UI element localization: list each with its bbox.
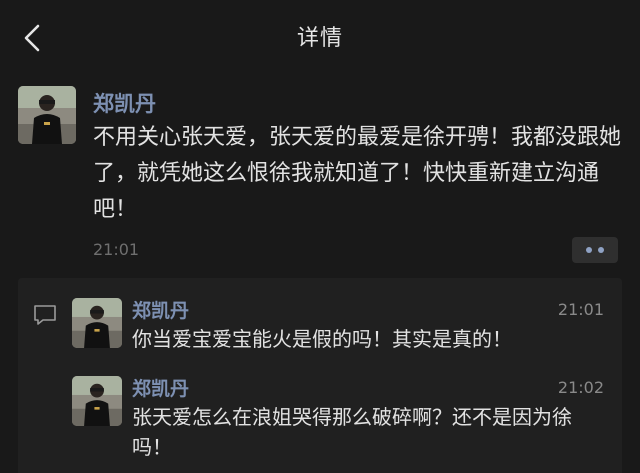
comment-author-name[interactable]: 郑凯丹 bbox=[132, 374, 189, 401]
avatar-image bbox=[18, 86, 76, 144]
post-content: 不用关心张天爱，张天爱的最爱是徐开骋！我都没跟她了，就凭她这么恨徐我就知道了！快… bbox=[93, 125, 622, 222]
top-bar: 详情 bbox=[0, 0, 640, 74]
moment-detail-page: 详情 郑凯丹 不用关心张天爱，张天爱的最爱是徐开骋！我都没跟她了，就凭她这么恨徐… bbox=[0, 0, 640, 473]
avatar-image bbox=[72, 298, 122, 348]
post-time: 21:01 bbox=[93, 240, 140, 259]
comment-bubble-icon bbox=[32, 303, 58, 327]
page-title: 详情 bbox=[296, 26, 343, 51]
comment-text: 你当爱宝爱宝能火是假的吗！其实是真的！ bbox=[132, 327, 512, 351]
more-actions-button[interactable] bbox=[572, 237, 618, 263]
comment-time: 21:01 bbox=[557, 300, 604, 319]
post-author-name[interactable]: 郑凯丹 bbox=[93, 88, 156, 118]
avatar[interactable] bbox=[18, 86, 76, 144]
avatar[interactable] bbox=[72, 376, 122, 426]
avatar[interactable] bbox=[72, 298, 122, 348]
comment-author-name[interactable]: 郑凯丹 bbox=[132, 296, 189, 323]
comment-text: 张天爱怎么在浪姐哭得那么破碎啊？还不是因为徐吗！ bbox=[132, 405, 572, 459]
avatar-image bbox=[72, 376, 122, 426]
comment-time: 21:02 bbox=[557, 378, 604, 397]
comments-panel: 郑凯丹 21:01 你当爱宝爱宝能火是假的吗！其实是真的！ 郑凯丹 21:02 … bbox=[18, 278, 622, 473]
